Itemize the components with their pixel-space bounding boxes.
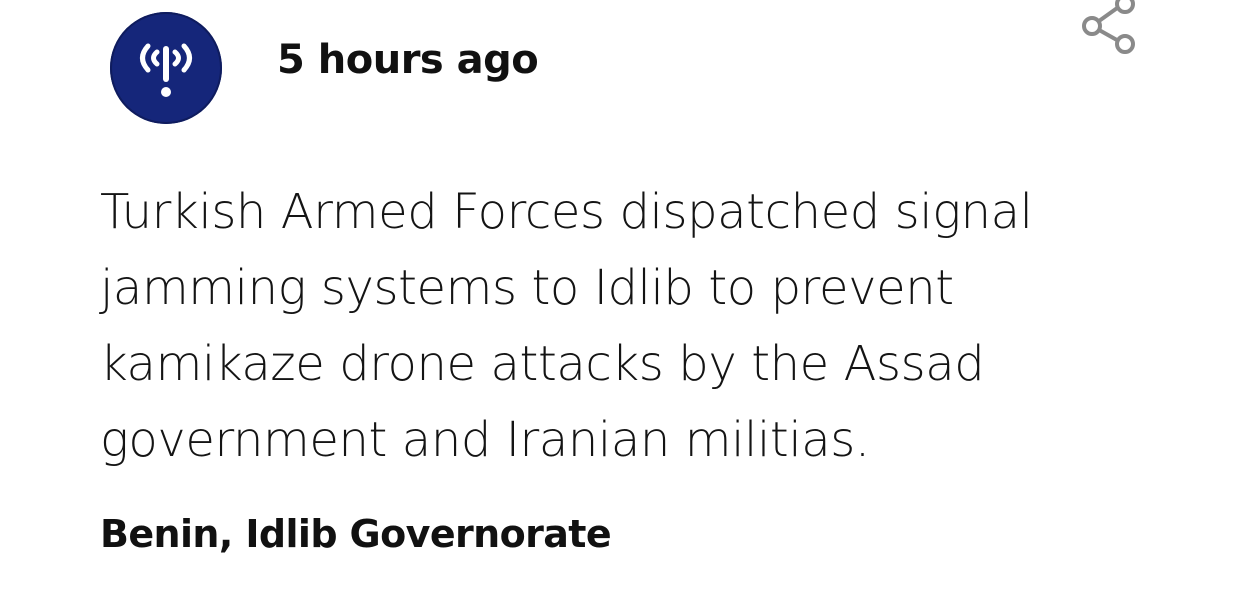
post-body-text: Turkish Armed Forces dispatched signal j… xyxy=(100,184,1033,468)
broadcast-signal-icon xyxy=(140,43,192,97)
share-button[interactable] xyxy=(1078,0,1142,60)
news-post-card: 5 hours ago Turkish Armed Forces dispatc… xyxy=(0,0,1242,591)
source-avatar[interactable] xyxy=(110,12,222,124)
share-icon xyxy=(1082,0,1135,54)
post-timestamp: 5 hours ago xyxy=(277,37,539,83)
post-location[interactable]: Benin, Idlib Governorate xyxy=(100,515,612,553)
